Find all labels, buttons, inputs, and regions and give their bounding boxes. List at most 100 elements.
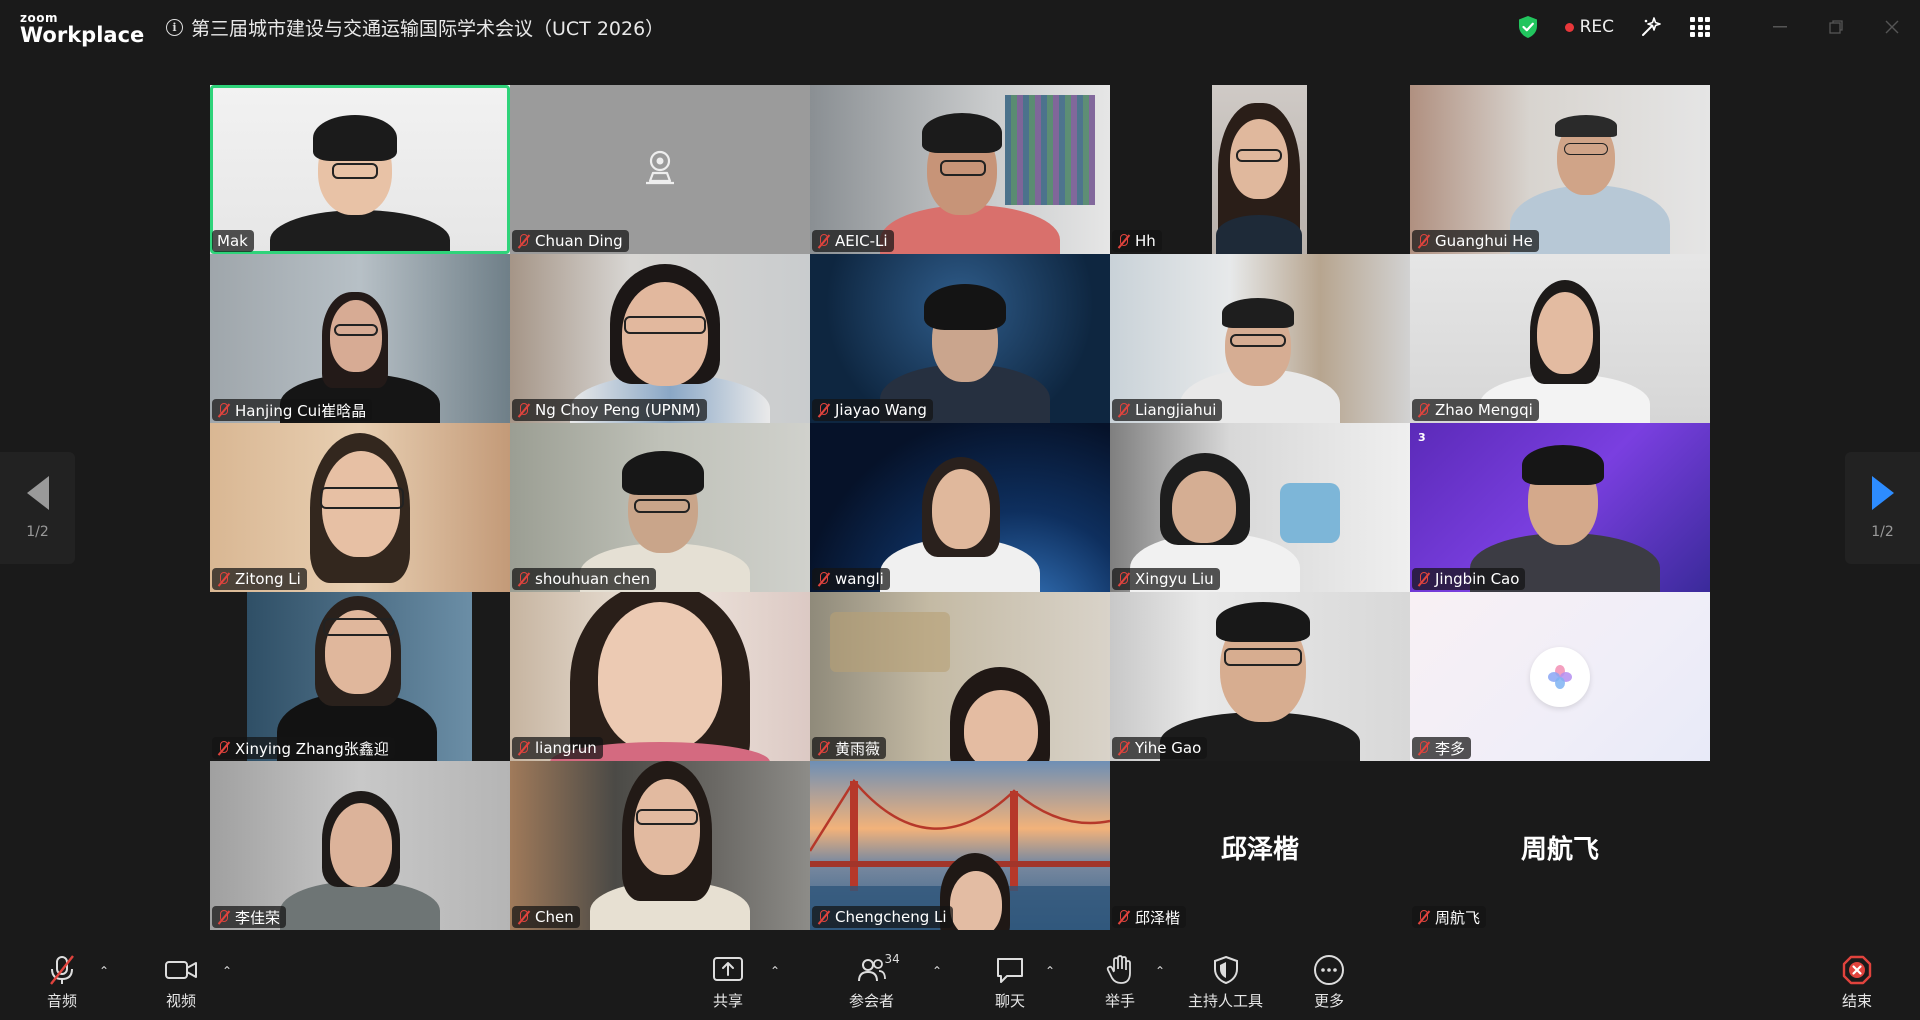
participant-tile[interactable]: wangli bbox=[810, 423, 1110, 592]
participant-name-tag: Guanghui He bbox=[1412, 230, 1539, 252]
participant-tile[interactable]: Ng Choy Peng (UPNM) bbox=[510, 254, 810, 423]
raise-hand-button[interactable]: 举手 bbox=[1105, 954, 1135, 1011]
participant-name-tag: Xinying Zhang张鑫迎 bbox=[212, 737, 395, 759]
participant-tile[interactable]: Hh bbox=[1110, 85, 1410, 254]
participant-name-tag: AEIC-Li bbox=[812, 230, 894, 252]
chat-button[interactable]: 聊天 bbox=[995, 954, 1025, 1011]
participant-name-tag: liangrun bbox=[512, 737, 603, 759]
participant-name-tag: 李佳荣 bbox=[212, 906, 287, 928]
restore-button[interactable] bbox=[1808, 0, 1864, 54]
participant-name: AEIC-Li bbox=[835, 232, 888, 250]
participant-tile[interactable]: Mak bbox=[210, 85, 510, 254]
security-shield-icon[interactable] bbox=[1517, 15, 1539, 39]
participant-name-tag: 李多 bbox=[1412, 737, 1472, 759]
participant-tile[interactable]: Yihe Gao bbox=[1110, 592, 1410, 761]
participants-label: 参会者 bbox=[849, 992, 895, 1010]
participant-name-tag: Hanjing Cui崔晗晶 bbox=[212, 399, 373, 421]
participant-tile[interactable]: 邱泽楷 邱泽楷 bbox=[1110, 761, 1410, 930]
muted-mic-icon bbox=[217, 402, 230, 418]
host-tools-shield-icon bbox=[1213, 956, 1238, 984]
participant-tile[interactable]: 3 Jingbin Cao bbox=[1410, 423, 1710, 592]
muted-mic-icon bbox=[817, 909, 830, 925]
participant-name-tag: Yihe Gao bbox=[1112, 737, 1208, 759]
participant-name: Chuan Ding bbox=[535, 232, 623, 250]
reactions-chevron-icon[interactable]: ⌃ bbox=[1155, 964, 1165, 978]
participant-tile[interactable]: Liangjiahui bbox=[1110, 254, 1410, 423]
close-icon bbox=[1885, 20, 1899, 34]
rec-label: REC bbox=[1579, 17, 1614, 37]
video-button[interactable]: 视频 bbox=[165, 954, 197, 1011]
arrow-left-icon bbox=[26, 476, 49, 510]
host-tools-button[interactable]: 主持人工具 bbox=[1188, 954, 1263, 1011]
app-logo-icon bbox=[1530, 647, 1590, 707]
ai-companion-icon[interactable] bbox=[1640, 16, 1662, 38]
chat-options-chevron-icon[interactable]: ⌃ bbox=[1045, 964, 1055, 978]
muted-mic-icon bbox=[817, 402, 830, 418]
participant-name-tag: Chengcheng Li bbox=[812, 906, 953, 928]
participant-tile[interactable]: Chen bbox=[510, 761, 810, 930]
participants-options-chevron-icon[interactable]: ⌃ bbox=[932, 964, 942, 978]
muted-mic-icon bbox=[1117, 571, 1130, 587]
participant-name: Jingbin Cao bbox=[1435, 570, 1520, 588]
participant-name-tag: Chen bbox=[512, 906, 580, 928]
muted-mic-icon bbox=[1417, 402, 1430, 418]
participant-name: shouhuan chen bbox=[535, 570, 650, 588]
participant-name: Zhao Mengqi bbox=[1435, 401, 1533, 419]
meeting-title: 第三届城市建设与交通运输国际学术会议（UCT 2026） bbox=[191, 18, 665, 40]
previous-page-button[interactable]: 1/2 bbox=[0, 452, 75, 564]
participant-tile[interactable]: AEIC-Li bbox=[810, 85, 1110, 254]
end-meeting-icon bbox=[1842, 955, 1872, 985]
participant-tile[interactable]: Xinying Zhang张鑫迎 bbox=[210, 592, 510, 761]
recording-indicator[interactable]: REC bbox=[1564, 17, 1614, 37]
video-gallery: Mak Chuan Ding AEIC-Li Hh Guanghui He Ha… bbox=[210, 85, 1711, 931]
audio-options-chevron-icon[interactable]: ⌃ bbox=[99, 964, 109, 978]
restore-icon bbox=[1829, 20, 1843, 34]
participant-name: Mak bbox=[217, 232, 248, 250]
participant-name: Yihe Gao bbox=[1135, 739, 1202, 757]
participant-name-tag: Chuan Ding bbox=[512, 230, 629, 252]
info-icon[interactable]: i bbox=[166, 19, 183, 36]
share-button[interactable]: 共享 bbox=[713, 954, 743, 1011]
participants-button[interactable]: 34 参会者 bbox=[849, 952, 900, 1011]
chat-label: 聊天 bbox=[995, 992, 1026, 1010]
participant-tile[interactable]: shouhuan chen bbox=[510, 423, 810, 592]
page-indicator-right: 1/2 bbox=[1871, 524, 1894, 540]
video-options-chevron-icon[interactable]: ⌃ bbox=[222, 964, 232, 978]
participant-name: Hanjing Cui崔晗晶 bbox=[235, 401, 367, 420]
participant-tile[interactable]: Hanjing Cui崔晗晶 bbox=[210, 254, 510, 423]
meeting-toolbar: 音频 ⌃ 视频 ⌃ 共享 ⌃ 34 参会者 ⌃ 聊天 ⌃ 举手 ⌃ 主持人工具 … bbox=[0, 944, 1920, 1020]
participant-tile[interactable]: Chengcheng Li bbox=[810, 761, 1110, 930]
raise-hand-icon bbox=[1106, 955, 1131, 984]
close-window-button[interactable] bbox=[1864, 0, 1920, 54]
muted-mic-icon bbox=[1417, 909, 1430, 925]
meeting-title-area[interactable]: i 第三届城市建设与交通运输国际学术会议（UCT 2026） bbox=[166, 14, 664, 41]
participant-tile[interactable]: 周航飞 周航飞 bbox=[1410, 761, 1710, 930]
participant-name: wangli bbox=[835, 570, 884, 588]
participant-tile[interactable]: Guanghui He bbox=[1410, 85, 1710, 254]
participant-tile[interactable]: Jiayao Wang bbox=[810, 254, 1110, 423]
muted-mic-icon bbox=[817, 571, 830, 587]
minimize-button[interactable] bbox=[1752, 0, 1808, 54]
share-options-chevron-icon[interactable]: ⌃ bbox=[770, 964, 780, 978]
video-off-icon bbox=[646, 150, 674, 185]
participant-tile[interactable]: Xingyu Liu bbox=[1110, 423, 1410, 592]
audio-button[interactable]: 音频 bbox=[47, 954, 77, 1011]
participant-tile[interactable]: 黄雨薇 bbox=[810, 592, 1110, 761]
participant-tile[interactable]: Zitong Li bbox=[210, 423, 510, 592]
apps-grid-icon[interactable] bbox=[1690, 17, 1710, 37]
more-button[interactable]: 更多 bbox=[1313, 954, 1345, 1011]
participant-tile[interactable]: 李佳荣 bbox=[210, 761, 510, 930]
participant-tile[interactable]: Chuan Ding bbox=[510, 85, 810, 254]
participant-name: 李多 bbox=[1435, 739, 1466, 758]
muted-mic-icon bbox=[517, 740, 530, 756]
muted-mic-icon bbox=[1117, 402, 1130, 418]
end-label: 结束 bbox=[1841, 992, 1872, 1010]
participant-name: 李佳荣 bbox=[235, 908, 281, 927]
participant-tile[interactable]: 李多 bbox=[1410, 592, 1710, 761]
participant-tile[interactable]: Zhao Mengqi bbox=[1410, 254, 1710, 423]
next-page-button[interactable]: 1/2 bbox=[1845, 452, 1920, 564]
end-meeting-button[interactable]: 结束 bbox=[1841, 954, 1873, 1011]
participant-name-tag: 周航飞 bbox=[1412, 906, 1487, 928]
muted-mic-icon bbox=[217, 909, 230, 925]
participant-tile[interactable]: liangrun bbox=[510, 592, 810, 761]
